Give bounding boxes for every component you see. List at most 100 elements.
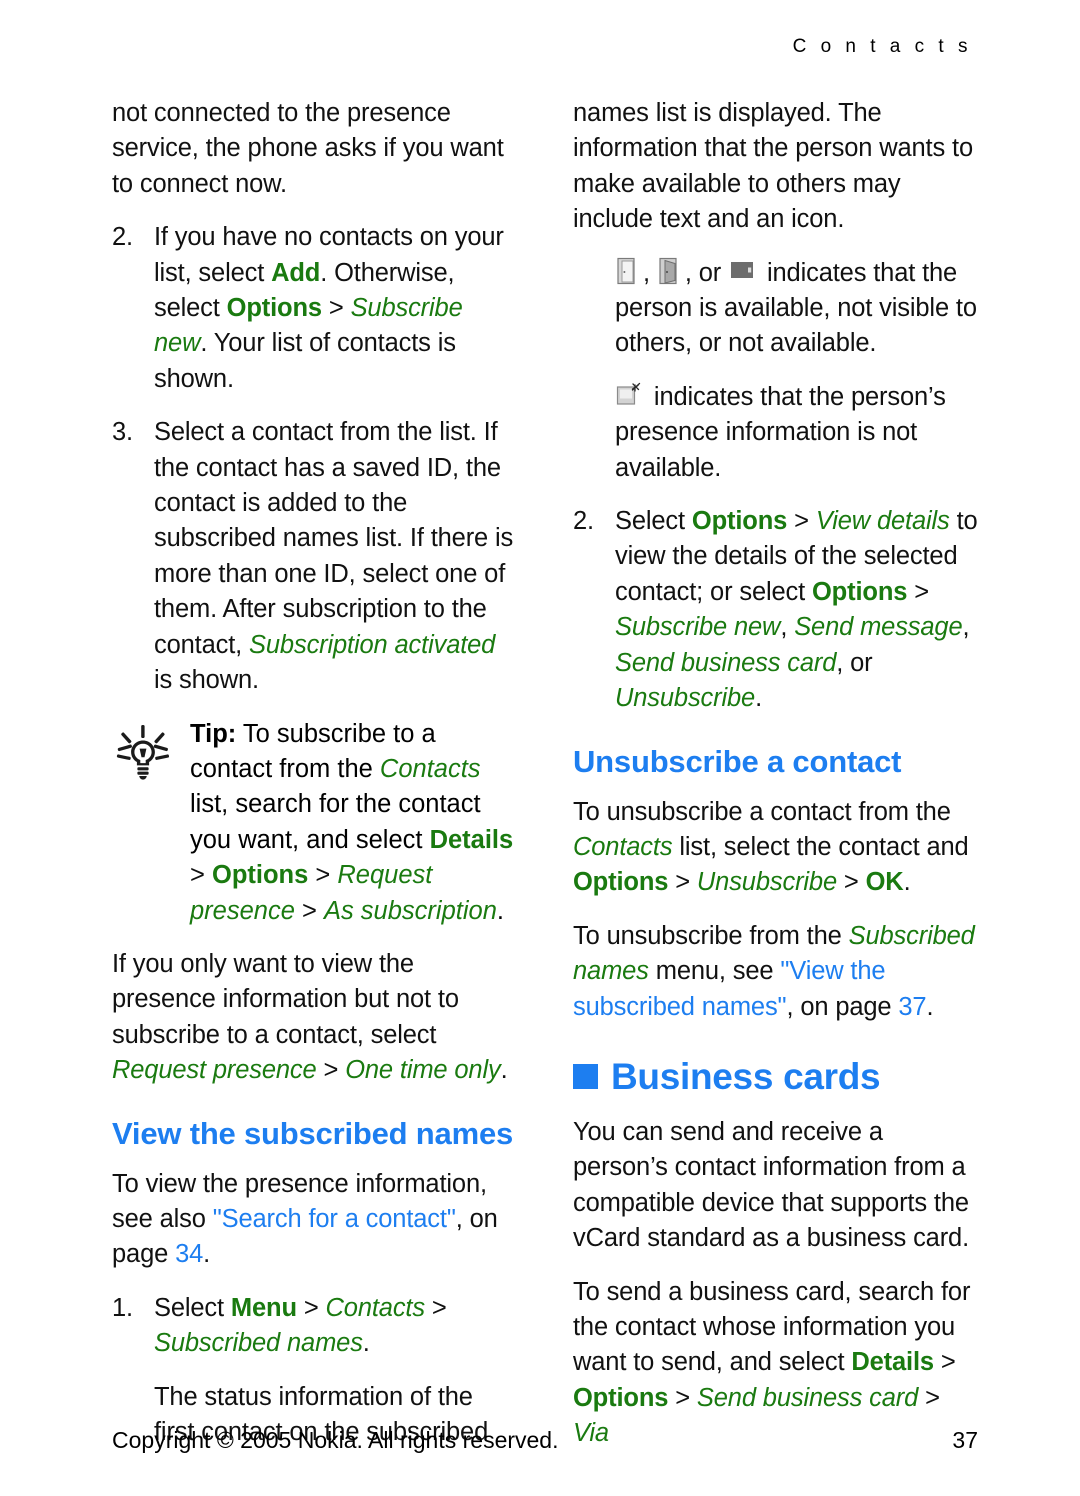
- menu-subscribed-names: Subscribed names: [154, 1329, 363, 1358]
- door-ajar-icon: [658, 257, 684, 285]
- text-run: list, select the contact and: [672, 832, 969, 861]
- page-number-link[interactable]: 37: [898, 993, 926, 1021]
- path-separator: >: [321, 294, 351, 323]
- path-separator: >: [907, 577, 929, 606]
- icon-separator: ,: [643, 258, 657, 287]
- menu-contacts: Contacts: [573, 832, 673, 861]
- text-run: .: [755, 684, 763, 713]
- text-run: .: [203, 1240, 211, 1269]
- paragraph-unsubscribe-2: To unsubscribe from the Subscribed names…: [573, 919, 978, 1025]
- page-number: 37: [952, 1427, 978, 1453]
- manual-page: C o n t a c t s not connected to the pre…: [0, 0, 1080, 1496]
- paragraph-view-only: If you only want to view the presence in…: [112, 947, 517, 1089]
- list-number: 3.: [112, 418, 133, 447]
- softkey-options: Options: [573, 1383, 669, 1412]
- list-number: 2.: [112, 223, 133, 252]
- text-run: .: [500, 1056, 508, 1085]
- section-bullet-square: [573, 1064, 598, 1090]
- list-number: 1.: [112, 1293, 133, 1322]
- menu-unsubscribe: Unsubscribe: [615, 684, 756, 713]
- text-run: .: [926, 992, 934, 1021]
- text-run: is shown.: [154, 666, 259, 695]
- path-separator: >: [668, 1383, 697, 1412]
- list-body: Select Options > View details to view th…: [615, 504, 978, 716]
- menu-view-details: View details: [815, 507, 950, 536]
- list-number: 2.: [573, 507, 594, 536]
- menu-send-business-card: Send business card: [615, 648, 837, 677]
- text-run: You can send and receive a person’s cont…: [573, 1117, 970, 1253]
- paragraph-business-2: To send a business card, search for the …: [573, 1275, 978, 1452]
- page-number-link[interactable]: 34: [175, 1240, 203, 1268]
- text-run: Select: [154, 1293, 231, 1322]
- text-run: ,: [962, 613, 970, 642]
- path-separator: >: [316, 1056, 346, 1085]
- text-run: indicates that the person’s presence inf…: [615, 382, 946, 482]
- text-run: To unsubscribe from the: [573, 921, 849, 950]
- list-item-step-1: 1. Select Menu > Contacts > Subscribed n…: [112, 1291, 517, 1362]
- presence-unavailable-icon: [616, 381, 646, 409]
- text-run: , or: [836, 648, 873, 677]
- menu-as-subscription: As subscription: [323, 896, 497, 925]
- menu-contacts: Contacts: [325, 1293, 426, 1322]
- text-run: . Your list of contacts is shown.: [154, 329, 456, 393]
- paragraph-see-also: To view the presence information, see al…: [112, 1167, 517, 1273]
- menu-unsubscribe: Unsubscribe: [696, 868, 837, 897]
- softkey-details: Details: [429, 825, 514, 854]
- text-run: ,: [780, 613, 795, 642]
- tip-text: Tip: To subscribe to a contact from the …: [190, 717, 517, 929]
- softkey-details: Details: [851, 1348, 934, 1377]
- page-footer: Copyright © 2005 Nokia. All rights reser…: [112, 1427, 978, 1454]
- tip-block: Tip: To subscribe to a contact from the …: [112, 717, 517, 929]
- message-subscription-activated: Subscription activated: [249, 630, 496, 659]
- text-run: names list is displayed. The information…: [573, 99, 973, 234]
- text-run: not connected to the presence service, t…: [112, 99, 504, 198]
- heading-view-subscribed-names: View the subscribed names: [112, 1115, 514, 1151]
- paragraph-continued: not connected to the presence service, t…: [112, 96, 517, 202]
- text-run: menu, see: [648, 957, 781, 986]
- text-run: Select: [615, 507, 692, 536]
- menu-one-time-only: One time only: [345, 1056, 501, 1085]
- softkey-ok: OK: [865, 868, 904, 897]
- paragraph-continued: names list is displayed. The information…: [573, 96, 978, 238]
- lightbulb-icon: [112, 717, 190, 929]
- heading-unsubscribe-a-contact: Unsubscribe a contact: [573, 743, 902, 779]
- softkey-options: Options: [211, 861, 309, 890]
- text-run: If you only want to view the presence in…: [112, 949, 459, 1049]
- cross-reference-link[interactable]: "Search for a contact": [213, 1205, 456, 1233]
- path-separator: >: [308, 861, 338, 890]
- list-body: Select Menu > Contacts > Subscribed name…: [154, 1291, 517, 1362]
- copyright-notice: Copyright © 2005 Nokia. All rights reser…: [112, 1427, 559, 1453]
- path-separator: >: [296, 1293, 326, 1322]
- list-body: If you have no contacts on your list, se…: [154, 220, 517, 397]
- path-separator: >: [190, 861, 212, 890]
- paragraph-presence-unavailable: indicates that the person’s presence inf…: [615, 380, 978, 486]
- menu-subscribe-new: Subscribe new: [615, 613, 781, 642]
- paragraph-presence-icons: , , or indicates that the person is avai…: [615, 256, 978, 362]
- path-separator: >: [787, 507, 816, 536]
- menu-contacts: Contacts: [379, 754, 481, 783]
- path-separator: >: [294, 896, 324, 925]
- list-body: Select a contact from the list. If the c…: [154, 415, 517, 698]
- softkey-options: Options: [691, 507, 788, 536]
- softkey-menu: Menu: [230, 1293, 297, 1322]
- path-separator: >: [837, 868, 866, 897]
- door-closed-icon: [729, 257, 759, 285]
- list-item-step-2: 2. Select Options > View details to view…: [573, 504, 978, 716]
- left-column: not connected to the presence service, t…: [112, 96, 517, 1470]
- text-run: .: [903, 868, 911, 897]
- path-separator: >: [933, 1348, 956, 1377]
- page-columns: not connected to the presence service, t…: [112, 96, 978, 1470]
- softkey-options: Options: [812, 577, 908, 606]
- text-run: Select a contact from the list. If the c…: [154, 418, 514, 659]
- path-separator: >: [918, 1383, 940, 1412]
- door-open-icon: [616, 257, 642, 285]
- list-item-step-3: 3. Select a contact from the list. If th…: [112, 415, 517, 698]
- right-column: names list is displayed. The information…: [573, 96, 978, 1470]
- heading-label: Business cards: [611, 1055, 881, 1097]
- path-separator: >: [424, 1293, 447, 1322]
- text-run: .: [362, 1329, 370, 1358]
- menu-request-presence: Request presence: [112, 1056, 317, 1085]
- paragraph-unsubscribe-1: To unsubscribe a contact from the Contac…: [573, 795, 978, 901]
- text-run: .: [496, 896, 504, 925]
- softkey-add: Add: [271, 258, 321, 287]
